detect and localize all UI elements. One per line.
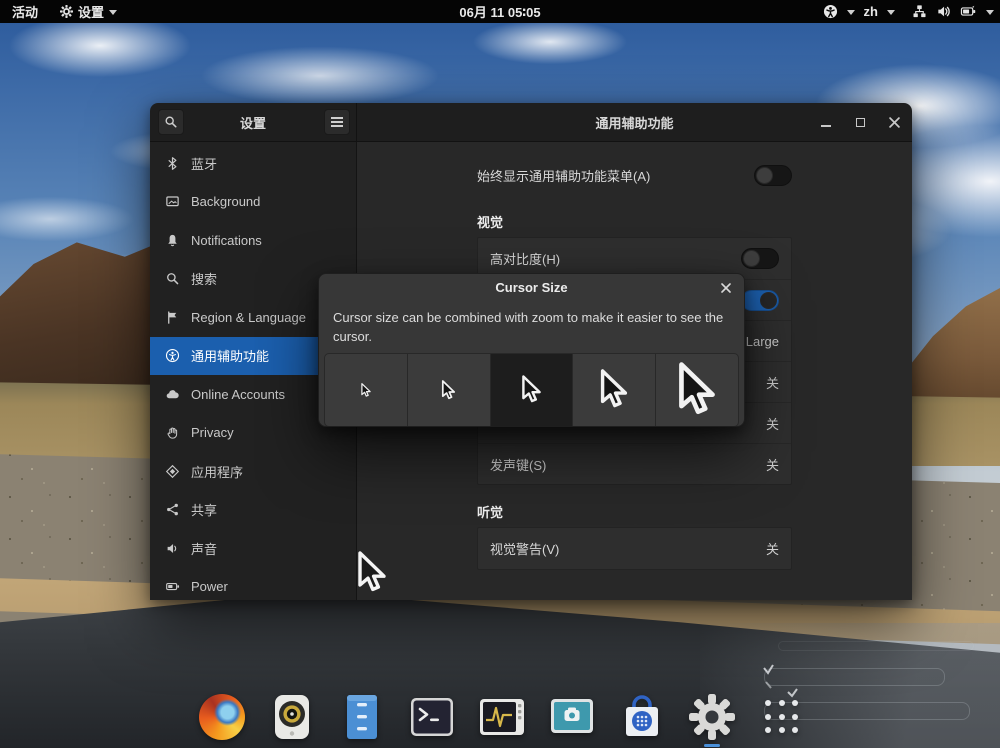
seeing-section-title: 视觉 xyxy=(477,212,792,227)
hearing-section-title: 听觉 xyxy=(477,502,792,517)
close-icon xyxy=(721,283,731,293)
battery-icon[interactable] xyxy=(960,4,977,19)
sound-keys-value: 关 xyxy=(766,455,779,474)
keyboard-caret-icon[interactable] xyxy=(887,10,895,15)
share-icon xyxy=(165,502,180,517)
search-icon xyxy=(165,271,180,286)
minimize-button[interactable] xyxy=(816,112,836,132)
dialog-description: Cursor size can be combined with zoom to… xyxy=(319,301,744,346)
applications-icon xyxy=(165,464,180,479)
cursor-icon xyxy=(439,380,458,401)
dialog-title: Cursor Size xyxy=(495,280,567,295)
cursor-size-option-2[interactable] xyxy=(407,353,491,427)
close-icon xyxy=(889,117,900,128)
dialog-titlebar[interactable]: Cursor Size xyxy=(319,274,744,301)
maximize-icon xyxy=(856,118,865,127)
accessibility-menu-icon[interactable] xyxy=(823,4,838,19)
background-icon xyxy=(165,194,180,209)
top-bar: 活动 设置 06月 11 05∶05 xyxy=(0,0,1000,23)
ghost-outline-1 xyxy=(778,641,974,651)
hamburger-icon xyxy=(331,121,343,123)
cursor-icon xyxy=(671,362,723,419)
cursor-icon xyxy=(518,375,545,405)
show-applications-button[interactable] xyxy=(758,693,806,741)
dock-settings-icon[interactable] xyxy=(688,693,736,741)
always-show-menu-toggle[interactable] xyxy=(754,165,792,186)
search-button[interactable] xyxy=(158,109,184,135)
speaker-icon xyxy=(165,541,180,556)
cursor-icon xyxy=(359,383,373,398)
show-applications-icon xyxy=(765,700,799,734)
gear-icon xyxy=(688,693,736,741)
zoom-value: 关 xyxy=(766,373,779,392)
headerbar: 设置 通用辅助功能 xyxy=(150,103,912,142)
cursor-size-option-3[interactable] xyxy=(490,353,574,427)
cursor-size-option-5[interactable] xyxy=(655,353,739,427)
maximize-button[interactable] xyxy=(850,112,870,132)
close-button[interactable] xyxy=(884,112,904,132)
bluetooth-icon xyxy=(165,156,180,171)
running-indicator xyxy=(704,744,720,747)
activities-label: 活动 xyxy=(12,2,38,21)
battery-icon xyxy=(165,579,180,594)
sidebar-item-power[interactable]: Power xyxy=(150,568,356,601)
hearing-card: 视觉警告(V) 关 xyxy=(477,527,792,570)
flag-icon xyxy=(165,310,180,325)
universal-access-icon xyxy=(165,348,180,363)
cursor-size-dialog: Cursor Size Cursor size can be combined … xyxy=(318,273,745,427)
mouse-pointer xyxy=(352,551,392,600)
clock-label: 06月 11 05∶05 xyxy=(459,2,540,21)
sound-keys-row[interactable]: 发声键(S) 关 xyxy=(478,443,791,484)
hamburger-menu-button[interactable] xyxy=(324,109,350,135)
cloud-icon xyxy=(165,387,180,402)
panel-headerbar[interactable]: 通用辅助功能 xyxy=(357,103,912,142)
system-menu-caret-icon[interactable] xyxy=(986,10,994,15)
dock-terminal-icon[interactable] xyxy=(408,693,456,741)
sidebar-headerbar[interactable]: 设置 xyxy=(150,103,357,142)
visual-alerts-value: 关 xyxy=(766,539,779,558)
visual-alerts-row[interactable]: 视觉警告(V) 关 xyxy=(478,528,791,569)
always-show-menu-row[interactable]: 始终显示通用辅助功能菜单(A) xyxy=(477,155,792,195)
dock-software-icon[interactable] xyxy=(618,693,666,741)
sidebar-item-background[interactable]: Background xyxy=(150,183,356,222)
search-icon xyxy=(164,115,178,129)
high-contrast-toggle[interactable] xyxy=(741,248,779,269)
dock-firefox-icon[interactable] xyxy=(198,693,246,741)
chevron-down-icon xyxy=(109,10,117,15)
dash-dock xyxy=(198,693,806,741)
dialog-close-button[interactable] xyxy=(717,279,735,297)
large-text-toggle[interactable] xyxy=(741,290,779,311)
cursor-size-options xyxy=(324,353,739,427)
screen-reader-value: 关 xyxy=(766,414,779,433)
hand-icon xyxy=(165,425,180,440)
activities-button[interactable]: 活动 xyxy=(8,0,42,23)
sidebar-item-applications[interactable]: 应用程序 xyxy=(150,452,356,491)
sidebar-item-notifications[interactable]: Notifications xyxy=(150,221,356,260)
dock-system-monitor-icon[interactable] xyxy=(478,693,526,741)
network-icon[interactable] xyxy=(912,4,927,19)
dock-files-icon[interactable] xyxy=(338,693,386,741)
cursor-size-option-4[interactable] xyxy=(572,353,656,427)
sidebar-item-sound[interactable]: 声音 xyxy=(150,529,356,568)
clock-button[interactable]: 06月 11 05∶05 xyxy=(459,0,540,23)
accessibility-caret-icon[interactable] xyxy=(847,10,855,15)
app-menu-label: 设置 xyxy=(78,2,104,21)
cursor-size-option-1[interactable] xyxy=(324,353,408,427)
always-show-menu-label: 始终显示通用辅助功能菜单(A) xyxy=(477,166,650,185)
app-menu-button[interactable]: 设置 xyxy=(56,0,121,23)
volume-icon[interactable] xyxy=(936,4,951,19)
bell-icon xyxy=(165,233,180,248)
dock-rhythmbox-icon[interactable] xyxy=(268,693,316,741)
minimize-icon xyxy=(821,125,831,127)
sidebar-item-bluetooth[interactable]: 蓝牙 xyxy=(150,144,356,183)
cursor-icon xyxy=(595,369,633,411)
sidebar-item-sharing[interactable]: 共享 xyxy=(150,491,356,530)
keyboard-layout-button[interactable]: zh xyxy=(864,4,878,19)
gear-icon xyxy=(60,5,73,18)
cursor-size-value: Large xyxy=(746,334,779,349)
dock-screenshot-icon[interactable] xyxy=(548,693,596,741)
